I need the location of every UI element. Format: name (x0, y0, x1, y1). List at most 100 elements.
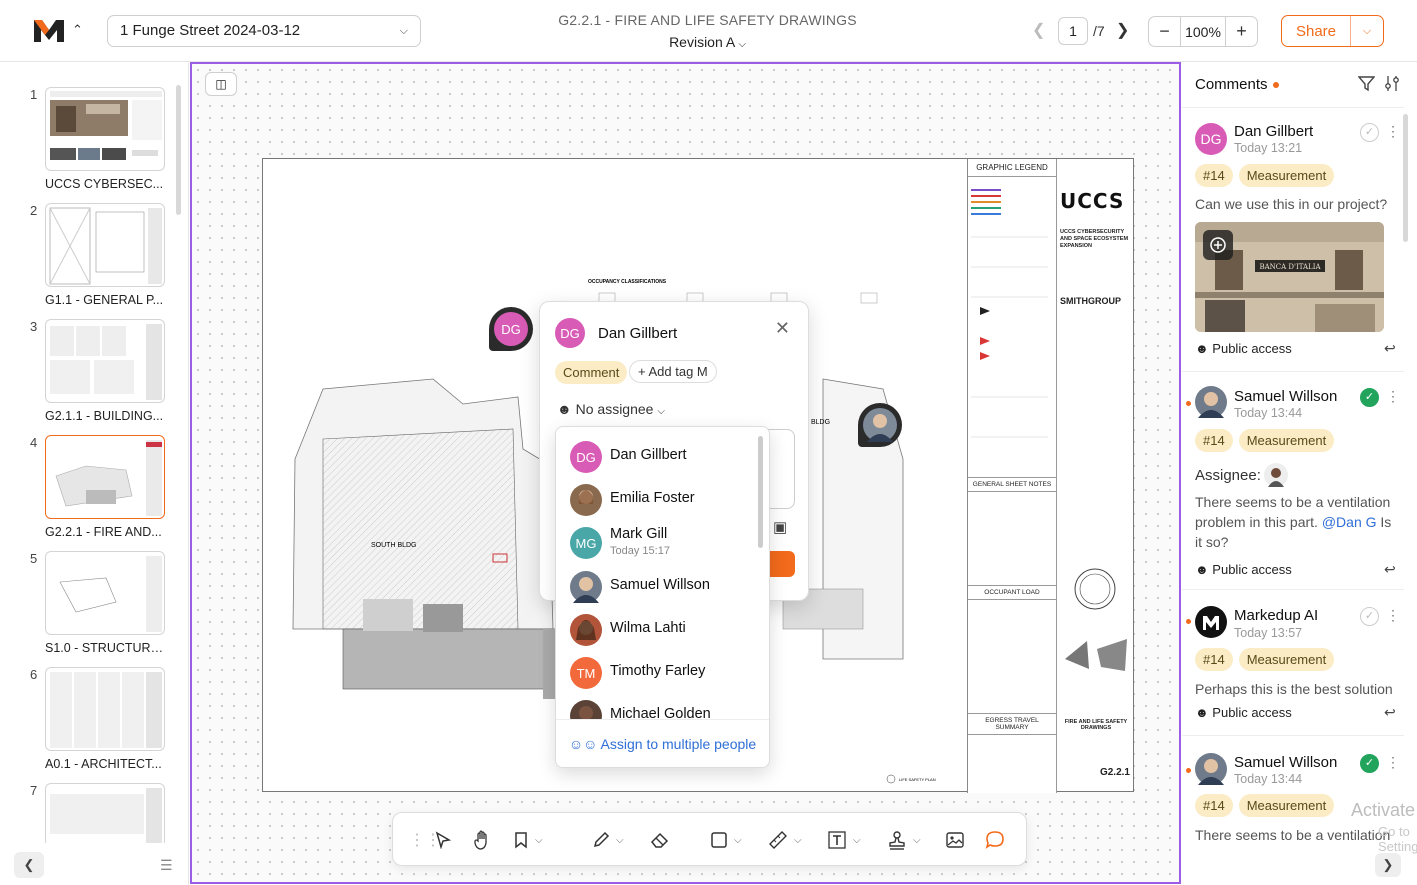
resolved-check-icon[interactable]: ✓ (1360, 388, 1379, 407)
unread-dot (1186, 619, 1191, 624)
resolve-check-icon[interactable]: ✓ (1360, 607, 1379, 626)
tag[interactable]: #14 (1195, 164, 1233, 187)
logo-icon[interactable] (32, 16, 66, 44)
shape-icon[interactable]: ⌵ (710, 827, 742, 853)
menu-icon[interactable]: ☰ (160, 857, 173, 874)
comment-card[interactable]: Markedup AI Today 13:57 ✓ ⋮ #14 Measureme… (1182, 589, 1404, 735)
public-access[interactable]: ☻ Public access (1195, 705, 1292, 720)
reply-icon[interactable]: ↩ (1384, 704, 1396, 721)
plus-icon[interactable]: + (1226, 17, 1257, 46)
assignee-option[interactable]: Wilma Lahti (570, 611, 760, 651)
comment-pin[interactable] (858, 403, 902, 447)
page-thumb-5[interactable]: 5 S1.0 - STRUCTURA... (0, 551, 189, 667)
comment-time: Today 13:57 (1234, 626, 1303, 640)
eraser-icon[interactable] (650, 827, 670, 853)
assignee-name: Samuel Willson (610, 577, 710, 593)
zoom-in-icon[interactable] (1203, 230, 1233, 260)
title-block: GRAPHIC LEGEND GENERAL SHEET NOTES OCCUP… (967, 159, 1133, 793)
page-thumb-4[interactable]: 4 G2.2.1 - FIRE AND... (0, 435, 189, 551)
avatar: MG (570, 527, 602, 559)
bookmark-icon[interactable]: ⌵ (513, 827, 543, 853)
avatar (570, 484, 602, 516)
more-icon[interactable]: ⋮ (1386, 754, 1400, 771)
text-icon[interactable]: ⌵ (827, 827, 861, 853)
page-thumbnail (45, 87, 165, 171)
page-thumbnail (45, 319, 165, 403)
legend-column: GRAPHIC LEGEND GENERAL SHEET NOTES OCCUP… (968, 159, 1057, 793)
filter-icon[interactable] (1357, 75, 1376, 97)
assign-multiple-button[interactable]: ☺☺ Assign to multiple people (556, 719, 769, 767)
hand-icon[interactable] (473, 827, 491, 853)
chevron-down-icon: ⌵ (399, 25, 408, 37)
resolve-check-icon[interactable]: ✓ (1360, 123, 1379, 142)
panel-toggle-icon[interactable]: ◫ (205, 72, 237, 96)
chevron-up-icon[interactable]: ⌃ (72, 22, 83, 38)
page-thumb-3[interactable]: 3 G2.1.1 - BUILDING... (0, 319, 189, 435)
more-icon[interactable]: ⋮ (1386, 123, 1400, 140)
page-thumb-7[interactable]: 7 (0, 783, 189, 843)
image-icon[interactable] (945, 827, 965, 853)
more-icon[interactable]: ⋮ (1386, 388, 1400, 405)
comment-pin[interactable]: DG (489, 307, 533, 351)
close-icon[interactable]: ✕ (775, 318, 790, 339)
assignee-option[interactable]: MG Mark Gill Today 15:17 (570, 524, 760, 564)
dropdown-scrollbar[interactable] (758, 436, 763, 548)
chevron-right-icon[interactable]: ❯ (1116, 20, 1129, 40)
select-icon[interactable] (434, 827, 452, 853)
image-icon[interactable]: ▣ (773, 518, 787, 536)
top-bar: ⌃ 1 Funge Street 2024-03-12 ⌵ G2.2.1 - F… (0, 0, 1417, 62)
reply-icon[interactable]: ↩ (1384, 561, 1396, 578)
comment-icon[interactable] (985, 827, 1005, 853)
comment-author: Dan Gillbert (1234, 123, 1314, 140)
mention-link[interactable]: @Dan G (1322, 514, 1377, 530)
reply-icon[interactable]: ↩ (1384, 340, 1396, 357)
stamp-icon[interactable]: ⌵ (887, 827, 921, 853)
measure-icon[interactable]: ⌵ (768, 827, 802, 853)
assignee-select[interactable]: ☻ No assignee ⌵ (557, 401, 665, 417)
resolved-check-icon[interactable]: ✓ (1360, 754, 1379, 773)
sidebar-scrollbar[interactable] (176, 85, 181, 215)
assignee-option[interactable]: Samuel Willson (570, 568, 760, 608)
page-thumb-6[interactable]: 6 A0.1 - ARCHITECT... (0, 667, 189, 783)
unread-dot (1186, 768, 1191, 773)
tag[interactable]: Measurement (1238, 164, 1335, 187)
more-icon[interactable]: ⋮ (1386, 607, 1400, 624)
collapse-sidebar-icon[interactable]: ❮ (14, 852, 44, 878)
zoom-value[interactable]: 100% (1180, 17, 1226, 46)
tag[interactable]: #14 (1195, 648, 1233, 671)
chevron-down-icon[interactable]: ⌵ (1351, 16, 1383, 46)
minus-icon[interactable]: − (1149, 17, 1180, 46)
assignee-name: Dan Gillbert (610, 447, 687, 463)
page-thumb-1[interactable]: 1 UCCS CYBERSEC... (0, 87, 189, 203)
tag[interactable]: #14 (1195, 794, 1233, 817)
assignee-option[interactable]: DG Dan Gillbert (570, 438, 760, 478)
chevron-left-icon[interactable]: ❮ (1032, 20, 1045, 40)
comments-scrollbar[interactable] (1403, 114, 1408, 242)
tag[interactable]: Measurement (1238, 429, 1335, 452)
page-input[interactable]: 1 (1058, 17, 1088, 45)
tag[interactable]: Measurement (1238, 794, 1335, 817)
type-tag[interactable]: Comment (555, 361, 628, 384)
sliders-icon[interactable] (1384, 75, 1401, 97)
add-tag-button[interactable]: + Add tag M (629, 360, 717, 383)
avatar (1195, 386, 1227, 418)
tag[interactable]: Measurement (1238, 648, 1335, 671)
comment-card[interactable]: Samuel Willson Today 13:44 ✓ ⋮ #14 Measur… (1182, 371, 1404, 589)
assignee-option[interactable]: Emilia Foster (570, 481, 760, 521)
public-access[interactable]: ☻ Public access (1195, 341, 1292, 356)
comment-card[interactable]: DG Dan Gillbert Today 13:21 ✓ ⋮ #14 Measu… (1182, 107, 1404, 369)
sheet-number: G2.2.1 (1099, 767, 1130, 778)
revision-select[interactable]: Revision A ⌵ (520, 34, 895, 50)
file-select[interactable]: 1 Funge Street 2024-03-12 ⌵ (107, 15, 421, 47)
avatar (863, 408, 897, 442)
assignee-option[interactable]: TM Timothy Farley (570, 654, 760, 694)
public-access[interactable]: ☻ Public access (1195, 562, 1292, 577)
comment-card[interactable]: Samuel Willson Today 13:44 ✓ ⋮ #14 Measur… (1182, 735, 1404, 845)
pen-icon[interactable]: ⌵ (592, 827, 624, 853)
comment-image[interactable]: BANCA D'ITALIA (1195, 222, 1384, 332)
share-button[interactable]: Share (1282, 16, 1351, 46)
assignee-label: Assignee: (1195, 467, 1261, 484)
chevron-right-icon[interactable]: ❯ (1375, 853, 1401, 877)
page-thumb-2[interactable]: 2 G1.1 - GENERAL P... (0, 203, 189, 319)
tag[interactable]: #14 (1195, 429, 1233, 452)
